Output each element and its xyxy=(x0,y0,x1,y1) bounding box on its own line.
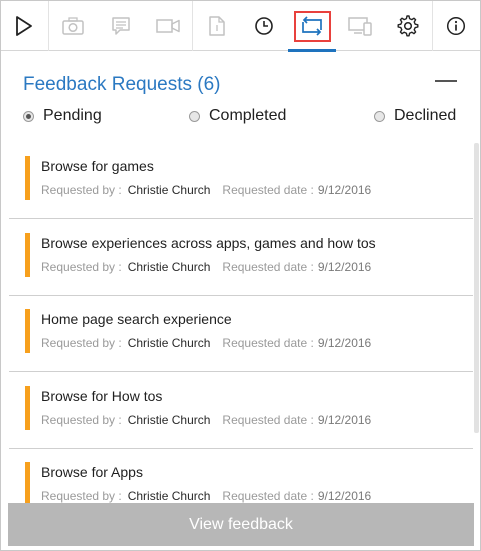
requested-by-label: Requested by : xyxy=(41,260,122,274)
view-feedback-button[interactable]: View feedback xyxy=(8,503,474,546)
requested-date-label: Requested date : xyxy=(222,336,314,350)
request-meta: Requested by : Christie Church Requested d… xyxy=(41,260,371,274)
filter-completed-label: Completed xyxy=(209,107,287,124)
requested-date-label: Requested date : xyxy=(222,413,314,427)
request-list: Browse for games Requested by : Christie … xyxy=(9,143,473,503)
request-title: Home page search experience xyxy=(41,311,232,327)
camera-icon xyxy=(62,17,84,35)
requested-date-label: Requested date : xyxy=(222,260,314,274)
requested-by: Christie Church xyxy=(127,183,211,197)
requested-by-label: Requested by : xyxy=(41,489,122,503)
filter-pending-label: Pending xyxy=(43,107,102,124)
request-title: Browse experiences across apps, games an… xyxy=(41,235,376,251)
file-icon xyxy=(208,16,225,36)
filter-pending[interactable]: Pending xyxy=(23,107,102,125)
settings-button[interactable] xyxy=(384,1,432,51)
toolbar xyxy=(1,1,480,52)
request-item[interactable]: Browse for games Requested by : Christie … xyxy=(9,143,473,219)
requested-by-label: Requested by : xyxy=(41,413,122,427)
requested-date-label: Requested date : xyxy=(222,489,314,503)
page-title: Feedback Requests (6) xyxy=(23,74,221,95)
request-title: Browse for games xyxy=(41,158,154,174)
requested-date: 9/12/2016 xyxy=(317,183,372,197)
start-session-button[interactable] xyxy=(1,1,49,51)
video-icon xyxy=(156,19,180,33)
list-scrollbar[interactable] xyxy=(474,143,479,433)
filter-declined-label: Declined xyxy=(394,107,457,124)
requested-by: Christie Church xyxy=(127,413,211,427)
feedback-requests-button[interactable] xyxy=(288,1,337,52)
request-title: Browse for Apps xyxy=(41,464,143,480)
requested-by: Christie Church xyxy=(127,336,211,350)
radio-icon xyxy=(374,110,385,122)
requested-date: 9/12/2016 xyxy=(317,413,372,427)
request-title: Browse for How tos xyxy=(41,388,163,404)
status-filter: Pending Completed Declined xyxy=(1,107,480,131)
request-item[interactable]: Home page search experience Requested by… xyxy=(9,296,473,372)
request-item[interactable]: Browse for How tos Requested by : Christi… xyxy=(9,372,473,449)
requested-date-label: Requested date : xyxy=(222,183,314,197)
play-icon xyxy=(16,16,33,36)
request-meta: Requested by : Christie Church Requested d… xyxy=(41,336,371,350)
request-item[interactable]: Browse for Apps Requested by : Christie C… xyxy=(9,449,473,503)
gear-icon xyxy=(397,15,419,37)
request-item[interactable]: Browse experiences across apps, games an… xyxy=(9,219,473,296)
requested-by-label: Requested by : xyxy=(41,183,122,197)
requested-by: Christie Church xyxy=(127,260,211,274)
requested-date: 9/12/2016 xyxy=(317,260,372,274)
selection-highlight xyxy=(294,11,332,42)
devices-icon xyxy=(348,17,372,36)
status-bar xyxy=(25,309,30,353)
note-button[interactable] xyxy=(97,1,145,51)
feedback-panel: Feedback Requests (6) Pending Completed … xyxy=(0,0,481,551)
request-meta: Requested by : Christie Church Requested d… xyxy=(41,489,371,503)
status-bar xyxy=(25,462,30,503)
filter-completed[interactable]: Completed xyxy=(189,107,286,125)
filter-declined[interactable]: Declined xyxy=(374,107,456,125)
requested-by-label: Requested by : xyxy=(41,336,122,350)
info-icon xyxy=(447,16,466,36)
attach-file-button[interactable] xyxy=(193,1,241,51)
active-tab-indicator xyxy=(288,49,337,52)
requested-date: 9/12/2016 xyxy=(317,336,372,350)
radio-selected-icon xyxy=(23,110,34,122)
minimize-button[interactable] xyxy=(435,80,457,82)
requested-date: 9/12/2016 xyxy=(317,489,372,503)
screenshot-button[interactable] xyxy=(49,1,97,51)
timeline-button[interactable] xyxy=(240,1,288,51)
requested-by: Christie Church xyxy=(127,489,211,503)
status-bar xyxy=(25,156,30,200)
note-icon xyxy=(111,17,130,35)
connect-device-button[interactable] xyxy=(336,1,384,51)
about-button[interactable] xyxy=(432,1,480,51)
record-video-button[interactable] xyxy=(145,1,193,51)
radio-icon xyxy=(189,110,200,122)
request-meta: Requested by : Christie Church Requested d… xyxy=(41,183,371,197)
request-meta: Requested by : Christie Church Requested d… xyxy=(41,413,371,427)
status-bar xyxy=(25,233,30,277)
clock-icon xyxy=(255,17,274,35)
status-bar xyxy=(25,386,30,430)
